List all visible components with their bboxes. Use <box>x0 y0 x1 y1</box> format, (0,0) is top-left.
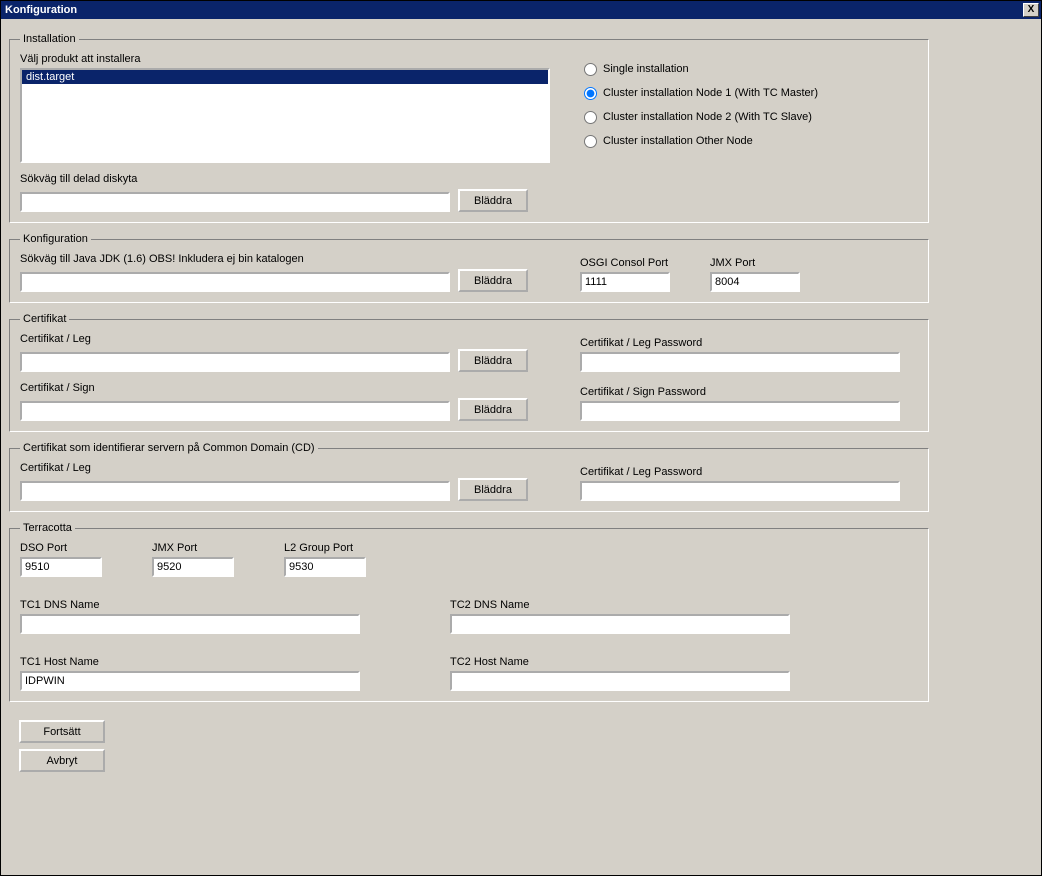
radio-node2-label: Cluster installation Node 2 (With TC Sla… <box>603 111 812 123</box>
content: Installation Välj produkt att installera… <box>1 19 1041 875</box>
cert-sign-label: Certifikat / Sign <box>20 382 540 394</box>
radio-node1-label: Cluster installation Node 1 (With TC Mas… <box>603 87 818 99</box>
tc2dns-label: TC2 DNS Name <box>450 599 800 611</box>
top-row: Välj produkt att installera dist.target … <box>20 53 918 163</box>
cd-fieldset: Certifikat som identifierar servern på C… <box>9 442 929 512</box>
jdk-browse-button[interactable]: Bläddra <box>458 269 528 292</box>
cd-leg-label: Certifikat / Leg <box>20 462 540 474</box>
continue-button[interactable]: Fortsätt <box>19 720 105 743</box>
close-icon[interactable]: X <box>1023 3 1039 17</box>
shared-path-label: Sökväg till delad diskyta <box>20 173 918 185</box>
installation-legend: Installation <box>20 33 79 45</box>
shared-path-input[interactable] <box>20 192 450 212</box>
cd-leg-pw-label: Certifikat / Leg Password <box>580 466 900 478</box>
cert-leg-label: Certifikat / Leg <box>20 333 540 345</box>
radio-single-input[interactable] <box>584 63 597 76</box>
tc2dns-input[interactable] <box>450 614 790 634</box>
tc1host-input[interactable] <box>20 671 360 691</box>
jmx-label: JMX Port <box>710 257 800 269</box>
shared-path-browse-button[interactable]: Bläddra <box>458 189 528 212</box>
osgi-input[interactable] <box>580 272 670 292</box>
terracotta-fieldset: Terracotta DSO Port JMX Port L2 Group Po… <box>9 522 929 702</box>
tc-jmx-input[interactable] <box>152 557 234 577</box>
choose-product-label: Välj produkt att installera <box>20 53 560 65</box>
cd-legend: Certifikat som identifierar servern på C… <box>20 442 318 454</box>
certifikat-legend: Certifikat <box>20 313 69 325</box>
l2-label: L2 Group Port <box>284 542 366 554</box>
titlebar: Konfiguration X <box>1 1 1041 19</box>
certifikat-fieldset: Certifikat Certifikat / Leg Bläddra Cert… <box>9 313 929 432</box>
radio-other-label: Cluster installation Other Node <box>603 135 753 147</box>
radio-other-input[interactable] <box>584 135 597 148</box>
product-listbox[interactable]: dist.target <box>20 68 550 163</box>
cert-leg-pw-input[interactable] <box>580 352 900 372</box>
l2-input[interactable] <box>284 557 366 577</box>
dso-label: DSO Port <box>20 542 102 554</box>
config-window: Konfiguration X Installation Välj produk… <box>0 0 1042 876</box>
tc2host-input[interactable] <box>450 671 790 691</box>
radio-node2[interactable]: Cluster installation Node 2 (With TC Sla… <box>584 105 818 129</box>
cd-leg-input[interactable] <box>20 481 450 501</box>
tc1dns-label: TC1 DNS Name <box>20 599 370 611</box>
window-title: Konfiguration <box>5 1 77 19</box>
cert-sign-pw-label: Certifikat / Sign Password <box>580 386 900 398</box>
konfiguration-fieldset: Konfiguration Sökväg till Java JDK (1.6)… <box>9 233 929 303</box>
radio-single-label: Single installation <box>603 63 689 75</box>
terracotta-legend: Terracotta <box>20 522 75 534</box>
installation-fieldset: Installation Välj produkt att installera… <box>9 33 929 223</box>
tc1dns-input[interactable] <box>20 614 360 634</box>
radio-single[interactable]: Single installation <box>584 57 818 81</box>
install-type-radios: Single installation Cluster installation… <box>584 57 818 153</box>
cert-sign-input[interactable] <box>20 401 450 421</box>
radio-node2-input[interactable] <box>584 111 597 124</box>
cert-leg-pw-label: Certifikat / Leg Password <box>580 337 900 349</box>
cd-leg-pw-input[interactable] <box>580 481 900 501</box>
jdk-input[interactable] <box>20 272 450 292</box>
tc-jmx-label: JMX Port <box>152 542 234 554</box>
dso-input[interactable] <box>20 557 102 577</box>
cd-leg-browse-button[interactable]: Bläddra <box>458 478 528 501</box>
radio-node1[interactable]: Cluster installation Node 1 (With TC Mas… <box>584 81 818 105</box>
cancel-button[interactable]: Avbryt <box>19 749 105 772</box>
konfiguration-legend: Konfiguration <box>20 233 91 245</box>
list-item[interactable]: dist.target <box>22 70 548 84</box>
jmx-input[interactable] <box>710 272 800 292</box>
radio-other[interactable]: Cluster installation Other Node <box>584 129 818 153</box>
radio-node1-input[interactable] <box>584 87 597 100</box>
tc2host-label: TC2 Host Name <box>450 656 800 668</box>
jdk-label: Sökväg till Java JDK (1.6) OBS! Inkluder… <box>20 253 540 265</box>
tc1host-label: TC1 Host Name <box>20 656 370 668</box>
osgi-label: OSGI Consol Port <box>580 257 670 269</box>
cert-leg-input[interactable] <box>20 352 450 372</box>
cert-sign-browse-button[interactable]: Bläddra <box>458 398 528 421</box>
cert-leg-browse-button[interactable]: Bläddra <box>458 349 528 372</box>
cert-sign-pw-input[interactable] <box>580 401 900 421</box>
